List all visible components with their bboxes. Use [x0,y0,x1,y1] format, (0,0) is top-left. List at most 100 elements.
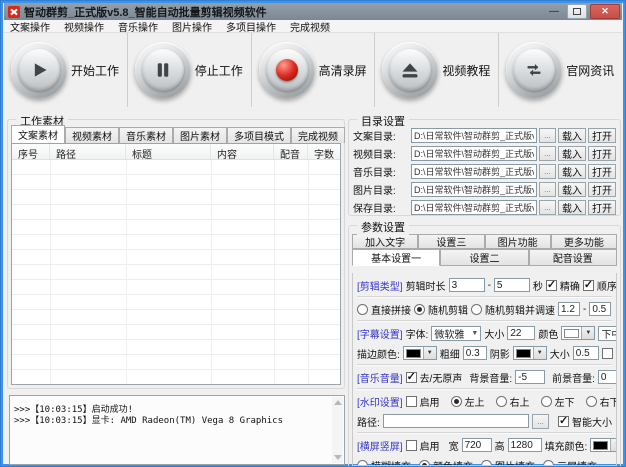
chevron-down-icon[interactable] [334,455,342,460]
open-button[interactable]: 打开 [588,200,616,215]
copy-dir-input[interactable] [411,128,537,143]
official-site-button[interactable]: 官网资讯 [499,33,622,107]
load-button[interactable]: 载入 [558,182,586,197]
load-button[interactable]: 载入 [558,146,586,161]
fg-volume-input[interactable] [598,370,617,384]
order-checkbox[interactable] [583,280,594,291]
screen-orientation-tag: [横屏竖屏] [357,438,403,453]
height-input[interactable] [508,438,542,452]
column-header-content[interactable]: 内容 [211,144,274,159]
font-size-input[interactable] [507,326,535,340]
save-dir-input[interactable] [411,200,537,215]
browse-button[interactable]: ... [539,146,556,161]
font-select[interactable]: 微软雅 ▼ [431,326,481,341]
tab-image-material[interactable]: 图片素材 [173,127,227,143]
tab-video-material[interactable]: 视频素材 [65,127,119,143]
tab-image-function[interactable]: 图片功能 [485,234,551,249]
music-dir-input[interactable] [411,164,537,179]
random-clip-speed-radio[interactable] [471,304,482,315]
pos-bottomleft-radio[interactable] [541,396,552,407]
load-button[interactable]: 载入 [558,128,586,143]
materials-table[interactable]: 序号 路径 标题 内容 配音 字数 [11,143,341,385]
menu-item-image-ops[interactable]: 图片操作 [172,19,212,34]
shadow-color-select[interactable]: ▼ [513,346,547,360]
menu-item-finished-video[interactable]: 完成视频 [290,19,330,34]
column-header-index[interactable]: 序号 [12,144,50,159]
hd-record-button[interactable]: 高清录屏 [252,33,376,107]
speed-from-input[interactable] [558,302,580,316]
title-bar[interactable]: 智动群剪_正式版v5.8_智能自动批量剪辑视频软件 — ✕ [4,3,622,20]
bg-volume-input[interactable] [515,370,545,384]
video-dir-input[interactable] [411,146,537,161]
stop-work-button[interactable]: 停止工作 [128,33,252,107]
random-clip-radio[interactable] [414,304,425,315]
tab-settings-2[interactable]: 设置二 [440,249,528,266]
tab-settings-3[interactable]: 设置三 [418,234,484,249]
tab-music-material[interactable]: 音乐素材 [119,127,173,143]
blur-fill-radio[interactable] [357,460,368,467]
tab-more-functions[interactable]: 更多功能 [551,234,617,249]
fill-checkbox[interactable] [602,348,613,359]
start-work-button[interactable]: 开始工作 [4,33,128,107]
stroke-width-input[interactable] [463,346,487,360]
shadow-size-input[interactable] [573,346,599,360]
column-header-path[interactable]: 路径 [50,144,126,159]
fill-color-select[interactable]: ▼ [590,438,617,452]
screen-enable-checkbox[interactable] [406,440,417,451]
chevron-up-icon[interactable] [334,400,342,405]
menu-item-video-ops[interactable]: 视频操作 [64,19,104,34]
browse-button[interactable]: ... [539,182,556,197]
browse-button[interactable]: ... [539,128,556,143]
pos-topleft-radio[interactable] [451,396,462,407]
image-fill-radio[interactable] [481,460,492,467]
clip-max-input[interactable] [494,278,530,292]
smart-size-checkbox[interactable] [558,416,569,427]
close-button[interactable]: ✕ [590,4,620,19]
maximize-button[interactable] [567,4,587,19]
tab-dub-settings[interactable]: 配音设置 [529,249,617,266]
column-header-dub[interactable]: 配音 [274,144,308,159]
speed-to-input[interactable] [589,302,611,316]
watermark-path-input[interactable] [383,414,529,428]
column-header-title[interactable]: 标题 [126,144,211,159]
open-button[interactable]: 打开 [588,182,616,197]
load-button[interactable]: 载入 [558,200,586,215]
stroke-color-select[interactable]: ▼ [403,346,437,360]
open-button[interactable]: 打开 [588,146,616,161]
menu-item-multi-project-ops[interactable]: 多项目操作 [226,19,276,34]
tab-finished-video[interactable]: 完成视频 [291,127,345,143]
triple-screen-fill-radio[interactable] [543,460,554,467]
color-fill-radio[interactable] [419,460,430,467]
tab-copy-material[interactable]: 文案素材 [11,125,65,143]
column-header-wordcount[interactable]: 字数 [308,144,340,159]
clip-min-input[interactable] [449,278,485,292]
params-tab-strip-row2: 基本设置一 设置二 配音设置 [352,249,617,266]
menu-item-copy-ops[interactable]: 文案操作 [10,19,50,34]
open-button[interactable]: 打开 [588,164,616,179]
watermark-browse-button[interactable]: ... [532,414,549,429]
subtitle-position-select[interactable]: 下中 ▼ [598,326,617,341]
video-tutorial-button[interactable]: 视频教程 [375,33,499,107]
direct-splice-radio[interactable] [357,304,368,315]
width-input[interactable] [462,438,492,452]
table-body[interactable] [12,160,340,384]
log-scrollbar[interactable] [332,397,343,463]
tab-basic-settings-1[interactable]: 基本设置一 [352,249,440,266]
pos-topright-radio[interactable] [496,396,507,407]
load-button[interactable]: 载入 [558,164,586,179]
browse-button[interactable]: ... [539,164,556,179]
mute-original-checkbox[interactable] [406,372,417,383]
accurate-checkbox[interactable] [546,280,557,291]
watermark-settings-row: [水印设置] 启用 左上 右上 左下 右下 [357,391,612,411]
image-dir-input[interactable] [411,182,537,197]
minimize-button[interactable]: — [544,4,564,19]
open-button[interactable]: 打开 [588,128,616,143]
browse-button[interactable]: ... [539,200,556,215]
menu-item-music-ops[interactable]: 音乐操作 [118,19,158,34]
watermark-enable-checkbox[interactable] [406,396,417,407]
pos-bottomright-radio[interactable] [586,396,597,407]
log-output[interactable]: >>>【10:03:15】启动成功! >>>【10:03:15】显卡: AMD … [9,395,345,465]
tab-multi-project-mode[interactable]: 多项目模式 [227,127,291,143]
tab-add-text[interactable]: 加入文字 [352,234,418,249]
font-color-select[interactable]: ▼ [561,326,595,340]
